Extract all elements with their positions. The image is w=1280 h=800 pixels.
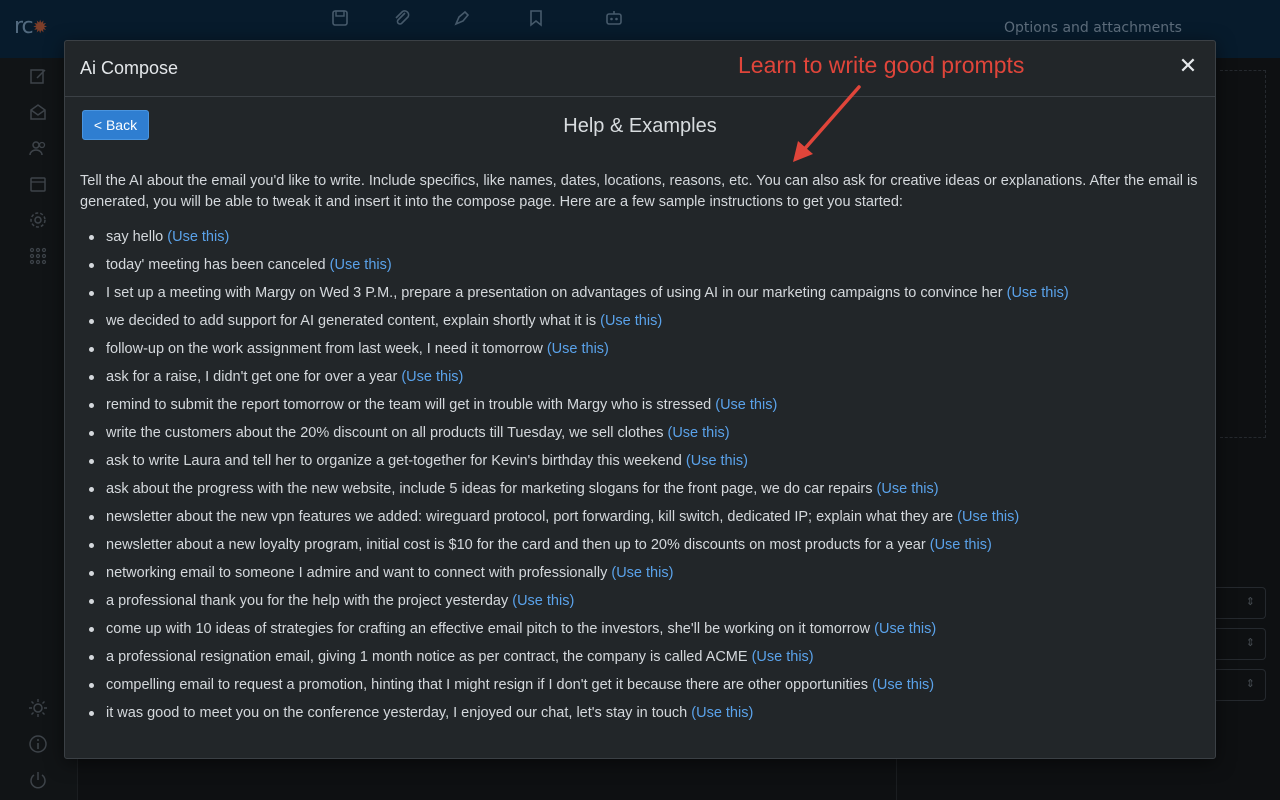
example-text: ask about the progress with the new webs… xyxy=(106,481,873,497)
example-text: it was good to meet you on the conferenc… xyxy=(106,705,688,721)
use-this-link[interactable]: (Use this) xyxy=(167,229,229,245)
use-this-link[interactable]: (Use this) xyxy=(930,537,992,553)
example-text: say hello xyxy=(106,229,164,245)
example-text: a professional resignation email, giving… xyxy=(106,649,748,665)
help-heading: Help & Examples xyxy=(563,115,717,137)
example-text: ask for a raise, I didn't get one for ov… xyxy=(106,369,398,385)
example-item: ask about the progress with the new webs… xyxy=(89,477,1189,505)
example-text: networking email to someone I admire and… xyxy=(106,565,608,581)
example-item: networking email to someone I admire and… xyxy=(89,561,1189,589)
ai-compose-dialog: Ai Compose ✕ Learn to write good prompts… xyxy=(64,40,1216,759)
example-item: it was good to meet you on the conferenc… xyxy=(89,701,1189,729)
example-item: follow-up on the work assignment from la… xyxy=(89,337,1189,365)
example-text: I set up a meeting with Margy on Wed 3 P… xyxy=(106,285,1003,301)
example-text: come up with 10 ideas of strategies for … xyxy=(106,621,871,637)
example-item: ask for a raise, I didn't get one for ov… xyxy=(89,365,1189,393)
close-button[interactable]: ✕ xyxy=(1175,54,1201,80)
example-item: I set up a meeting with Margy on Wed 3 P… xyxy=(89,281,1189,309)
use-this-link[interactable]: (Use this) xyxy=(600,313,662,329)
example-item: come up with 10 ideas of strategies for … xyxy=(89,617,1189,645)
dialog-header: Ai Compose ✕ xyxy=(65,41,1215,97)
example-text: newsletter about a new loyalty program, … xyxy=(106,537,926,553)
example-item: newsletter about a new loyalty program, … xyxy=(89,533,1189,561)
use-this-link[interactable]: (Use this) xyxy=(401,369,463,385)
use-this-link[interactable]: (Use this) xyxy=(686,453,748,469)
example-text: follow-up on the work assignment from la… xyxy=(106,341,543,357)
example-text: newsletter about the new vpn features we… xyxy=(106,509,954,525)
example-text: compelling email to request a promotion,… xyxy=(106,677,869,693)
annotation-text: Learn to write good prompts xyxy=(738,52,1025,78)
use-this-link[interactable]: (Use this) xyxy=(872,677,934,693)
use-this-link[interactable]: (Use this) xyxy=(752,649,814,665)
example-text: today' meeting has been canceled xyxy=(106,257,326,273)
use-this-link[interactable]: (Use this) xyxy=(715,397,777,413)
example-item: say hello (Use this) xyxy=(89,225,1189,253)
use-this-link[interactable]: (Use this) xyxy=(547,341,609,357)
example-text: a professional thank you for the help wi… xyxy=(106,593,509,609)
example-text: ask to write Laura and tell her to organ… xyxy=(106,453,682,469)
use-this-link[interactable]: (Use this) xyxy=(877,481,939,497)
example-item: a professional resignation email, giving… xyxy=(89,645,1189,673)
example-item: ask to write Laura and tell her to organ… xyxy=(89,449,1189,477)
use-this-link[interactable]: (Use this) xyxy=(1007,285,1069,301)
use-this-link[interactable]: (Use this) xyxy=(330,257,392,273)
use-this-link[interactable]: (Use this) xyxy=(512,593,574,609)
use-this-link[interactable]: (Use this) xyxy=(957,509,1019,525)
example-text: remind to submit the report tomorrow or … xyxy=(106,397,712,413)
example-item: today' meeting has been canceled (Use th… xyxy=(89,253,1189,281)
example-item: remind to submit the report tomorrow or … xyxy=(89,393,1189,421)
example-item: write the customers about the 20% discou… xyxy=(89,421,1189,449)
example-item: we decided to add support for AI generat… xyxy=(89,309,1189,337)
example-item: newsletter about the new vpn features we… xyxy=(89,505,1189,533)
dialog-title: Ai Compose xyxy=(80,58,179,78)
use-this-link[interactable]: (Use this) xyxy=(874,621,936,637)
example-item: compelling email to request a promotion,… xyxy=(89,673,1189,701)
intro-text: Tell the AI about the email you'd like t… xyxy=(80,173,1198,210)
use-this-link[interactable]: (Use this) xyxy=(691,705,753,721)
use-this-link[interactable]: (Use this) xyxy=(611,565,673,581)
example-text: write the customers about the 20% discou… xyxy=(106,425,664,441)
example-item: a professional thank you for the help wi… xyxy=(89,589,1189,617)
use-this-link[interactable]: (Use this) xyxy=(668,425,730,441)
example-text: we decided to add support for AI generat… xyxy=(106,313,597,329)
examples-list: say hello (Use this) today' meeting has b… xyxy=(89,225,1189,729)
